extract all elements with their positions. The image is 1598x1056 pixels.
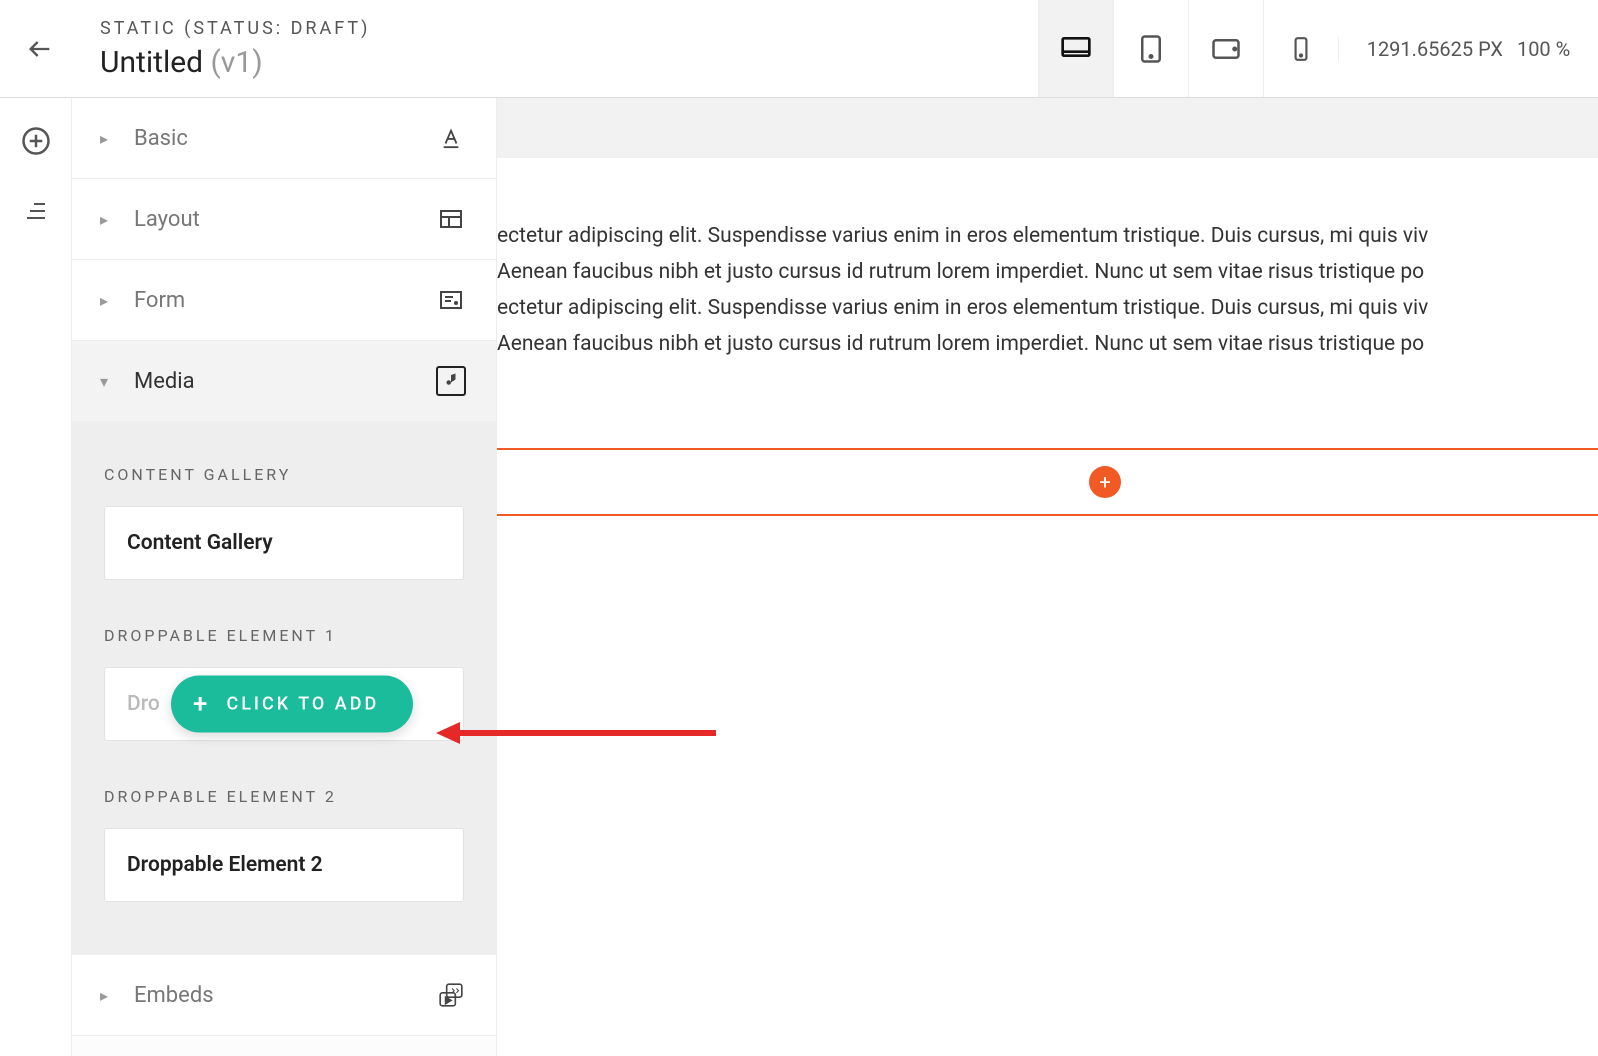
click-to-add-button[interactable]: + CLICK TO ADD	[171, 676, 413, 733]
accordion-label: Basic	[134, 126, 436, 151]
canvas-width-label: 1291.65625 PX	[1367, 37, 1503, 61]
accordion-basic: ▸ Basic	[72, 98, 496, 179]
viewport-tablet-portrait-button[interactable]	[1113, 0, 1188, 97]
media-card-heading: CONTENT GALLERY	[104, 465, 464, 484]
page-title-block: STATIC (STATUS: DRAFT) Untitled (v1)	[100, 18, 370, 80]
media-card-droppable-1: DROPPABLE ELEMENT 1 Dro + CLICK TO ADD	[88, 602, 480, 751]
media-card-content-gallery: CONTENT GALLERY Content Gallery	[88, 441, 480, 590]
layout-icon	[436, 204, 466, 234]
accordion-label: Layout	[134, 207, 436, 232]
drop-zone-line-bottom	[497, 514, 1598, 516]
media-tile-label: Content Gallery	[127, 531, 273, 555]
page-title: Untitled	[100, 45, 203, 80]
arrow-left-icon	[26, 35, 54, 63]
mobile-icon	[1288, 36, 1314, 62]
canvas-zoom-label: 100 %	[1517, 37, 1570, 61]
accordion-label: Form	[134, 288, 436, 313]
app-header: STATIC (STATUS: DRAFT) Untitled (v1) 129…	[0, 0, 1598, 98]
chevron-right-icon: ▸	[100, 986, 120, 1005]
viewport-desktop-button[interactable]	[1038, 0, 1113, 97]
accordion-header-basic[interactable]: ▸ Basic	[72, 98, 496, 178]
back-button[interactable]	[20, 29, 60, 69]
accordion-layout: ▸ Layout	[72, 179, 496, 260]
form-icon	[436, 285, 466, 315]
media-card-heading: DROPPABLE ELEMENT 1	[104, 626, 464, 645]
accordion-label: Media	[134, 369, 436, 394]
accordion-header-media[interactable]: ▾ Media	[72, 341, 496, 421]
accordion-form: ▸ Form	[72, 260, 496, 341]
viewport-tablet-landscape-button[interactable]	[1188, 0, 1263, 97]
page-status: STATIC (STATUS: DRAFT)	[100, 18, 370, 39]
canvas-text-line: Aenean faucibus nibh et justo cursus id …	[497, 254, 1598, 290]
editor-canvas[interactable]: ectetur adipiscing elit. Suspendisse var…	[497, 98, 1598, 1056]
media-tile-label: Dro	[127, 692, 160, 716]
media-card-droppable-2: DROPPABLE ELEMENT 2 Droppable Element 2	[88, 763, 480, 912]
drop-zone-line-top	[497, 448, 1598, 450]
accordion-header-embeds[interactable]: ▸ Embeds	[72, 955, 496, 1035]
chevron-right-icon: ▸	[100, 129, 120, 148]
viewport-mobile-button[interactable]	[1263, 0, 1338, 97]
text-color-icon	[436, 123, 466, 153]
embed-icon	[436, 980, 466, 1010]
plus-circle-icon	[21, 126, 51, 156]
canvas-text-line: ectetur adipiscing elit. Suspendisse var…	[497, 290, 1598, 326]
media-tile-label: Droppable Element 2	[127, 853, 323, 877]
accordion-label: Embeds	[134, 983, 436, 1008]
canvas-text-line: Aenean faucibus nibh et justo cursus id …	[497, 326, 1598, 362]
click-to-add-label: CLICK TO ADD	[226, 694, 379, 715]
accordion-header-form[interactable]: ▸ Form	[72, 260, 496, 340]
tablet-landscape-icon	[1211, 34, 1241, 64]
drop-zone-add-button[interactable]: +	[1089, 466, 1121, 498]
canvas-top-band	[497, 98, 1598, 158]
chevron-down-icon: ▾	[100, 372, 120, 391]
accordion-body-media: CONTENT GALLERY Content Gallery DROPPABL…	[72, 421, 496, 954]
add-panel-button[interactable]	[21, 126, 51, 156]
media-tile-droppable-1[interactable]: Dro + CLICK TO ADD	[104, 667, 464, 741]
media-card-heading: DROPPABLE ELEMENT 2	[104, 787, 464, 806]
accordion-header-layout[interactable]: ▸ Layout	[72, 179, 496, 259]
outline-panel-button[interactable]	[21, 196, 51, 226]
canvas-info-panel: 1291.65625 PX 100 %	[1338, 37, 1598, 61]
chevron-right-icon: ▸	[100, 210, 120, 229]
canvas-text-block: ectetur adipiscing elit. Suspendisse var…	[497, 218, 1598, 362]
plus-icon: +	[193, 695, 210, 713]
outline-list-icon	[24, 199, 48, 223]
tablet-portrait-icon	[1136, 34, 1166, 64]
desktop-icon	[1060, 33, 1092, 65]
accordion-media: ▾ Media CONTENT GALLERY Content Gallery …	[72, 341, 496, 955]
viewport-switcher	[1038, 0, 1338, 97]
media-icon	[436, 366, 466, 396]
components-sidebar: ▸ Basic ▸ Layout ▸ Form	[72, 98, 497, 1056]
canvas-text-line: ectetur adipiscing elit. Suspendisse var…	[497, 218, 1598, 254]
chevron-right-icon: ▸	[100, 291, 120, 310]
accordion-embeds: ▸ Embeds	[72, 955, 496, 1036]
media-tile-content-gallery[interactable]: Content Gallery	[104, 506, 464, 580]
media-tile-droppable-2[interactable]: Droppable Element 2	[104, 828, 464, 902]
mini-toolbar	[0, 98, 72, 1056]
page-version: (v1)	[211, 45, 263, 80]
